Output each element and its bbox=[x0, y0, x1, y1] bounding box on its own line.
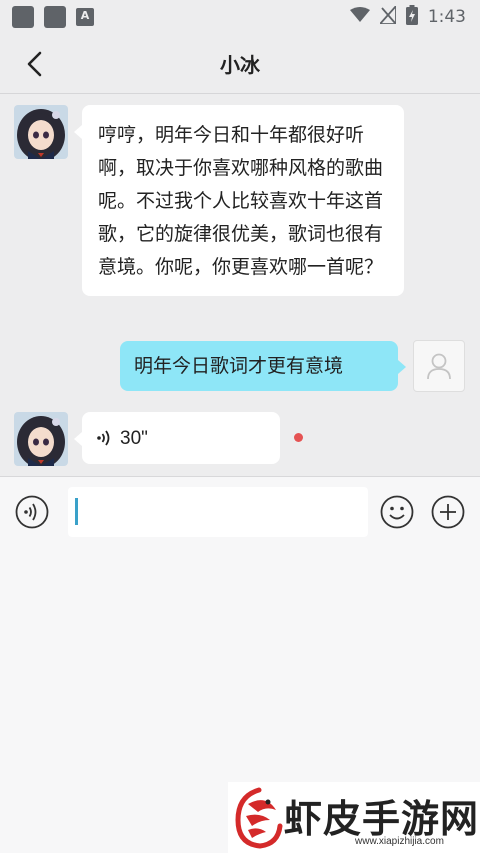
status-right-icons: 1:43 bbox=[349, 3, 466, 30]
voice-toggle-icon bbox=[15, 495, 49, 529]
title-bar: 小冰 bbox=[0, 34, 480, 94]
watermark-url: www.xiapizhijia.com bbox=[355, 836, 444, 847]
bot-avatar[interactable] bbox=[14, 105, 68, 159]
plus-icon bbox=[431, 495, 465, 529]
more-button[interactable] bbox=[431, 495, 465, 529]
page-title: 小冰 bbox=[220, 53, 260, 77]
chat-area[interactable]: 哼哼，明年今日和十年都很好听啊，取决于你喜欢哪种风格的歌曲呢。不过我个人比较喜欢… bbox=[0, 95, 480, 475]
voice-duration: 30" bbox=[120, 427, 148, 449]
user-avatar[interactable] bbox=[413, 340, 465, 392]
app-notification-icon bbox=[12, 6, 34, 28]
voice-wave-icon bbox=[97, 430, 110, 446]
unread-dot bbox=[294, 433, 303, 442]
battery-charging-icon bbox=[405, 4, 418, 30]
text-caret bbox=[75, 498, 78, 525]
bot-message-bubble[interactable]: 哼哼，明年今日和十年都很好听啊，取决于你喜欢哪种风格的歌曲呢。不过我个人比较喜欢… bbox=[74, 105, 404, 296]
emoji-button[interactable] bbox=[380, 495, 414, 529]
user-message-bubble[interactable]: 明年今日歌词才更有意境 bbox=[120, 341, 406, 391]
status-time: 1:43 bbox=[427, 7, 466, 27]
watermark: 虾皮手游网 www.xiapizhijia.com bbox=[228, 782, 480, 853]
emoji-icon bbox=[380, 495, 414, 529]
voice-toggle-button[interactable] bbox=[15, 495, 49, 529]
back-button[interactable] bbox=[20, 49, 50, 79]
bot-avatar[interactable] bbox=[14, 412, 68, 466]
status-left-icons bbox=[12, 6, 94, 28]
watermark-text: 虾皮手游网 bbox=[284, 797, 480, 841]
person-icon bbox=[427, 353, 451, 380]
app-notification-icon bbox=[44, 6, 66, 28]
no-signal-icon bbox=[377, 3, 397, 29]
message-input[interactable] bbox=[68, 487, 368, 537]
message-text: 哼哼，明年今日和十年都很好听啊，取决于你喜欢哪种风格的歌曲呢。不过我个人比较喜欢… bbox=[98, 125, 384, 278]
font-app-icon bbox=[76, 8, 94, 26]
chevron-left-icon bbox=[27, 51, 42, 77]
message-text: 明年今日歌词才更有意境 bbox=[134, 355, 344, 377]
status-bar: 1:43 bbox=[0, 0, 480, 34]
shrimp-logo-icon bbox=[235, 787, 283, 849]
voice-message-bubble[interactable]: 30" bbox=[74, 412, 280, 464]
input-bar bbox=[0, 476, 480, 546]
wifi-icon bbox=[349, 6, 370, 28]
